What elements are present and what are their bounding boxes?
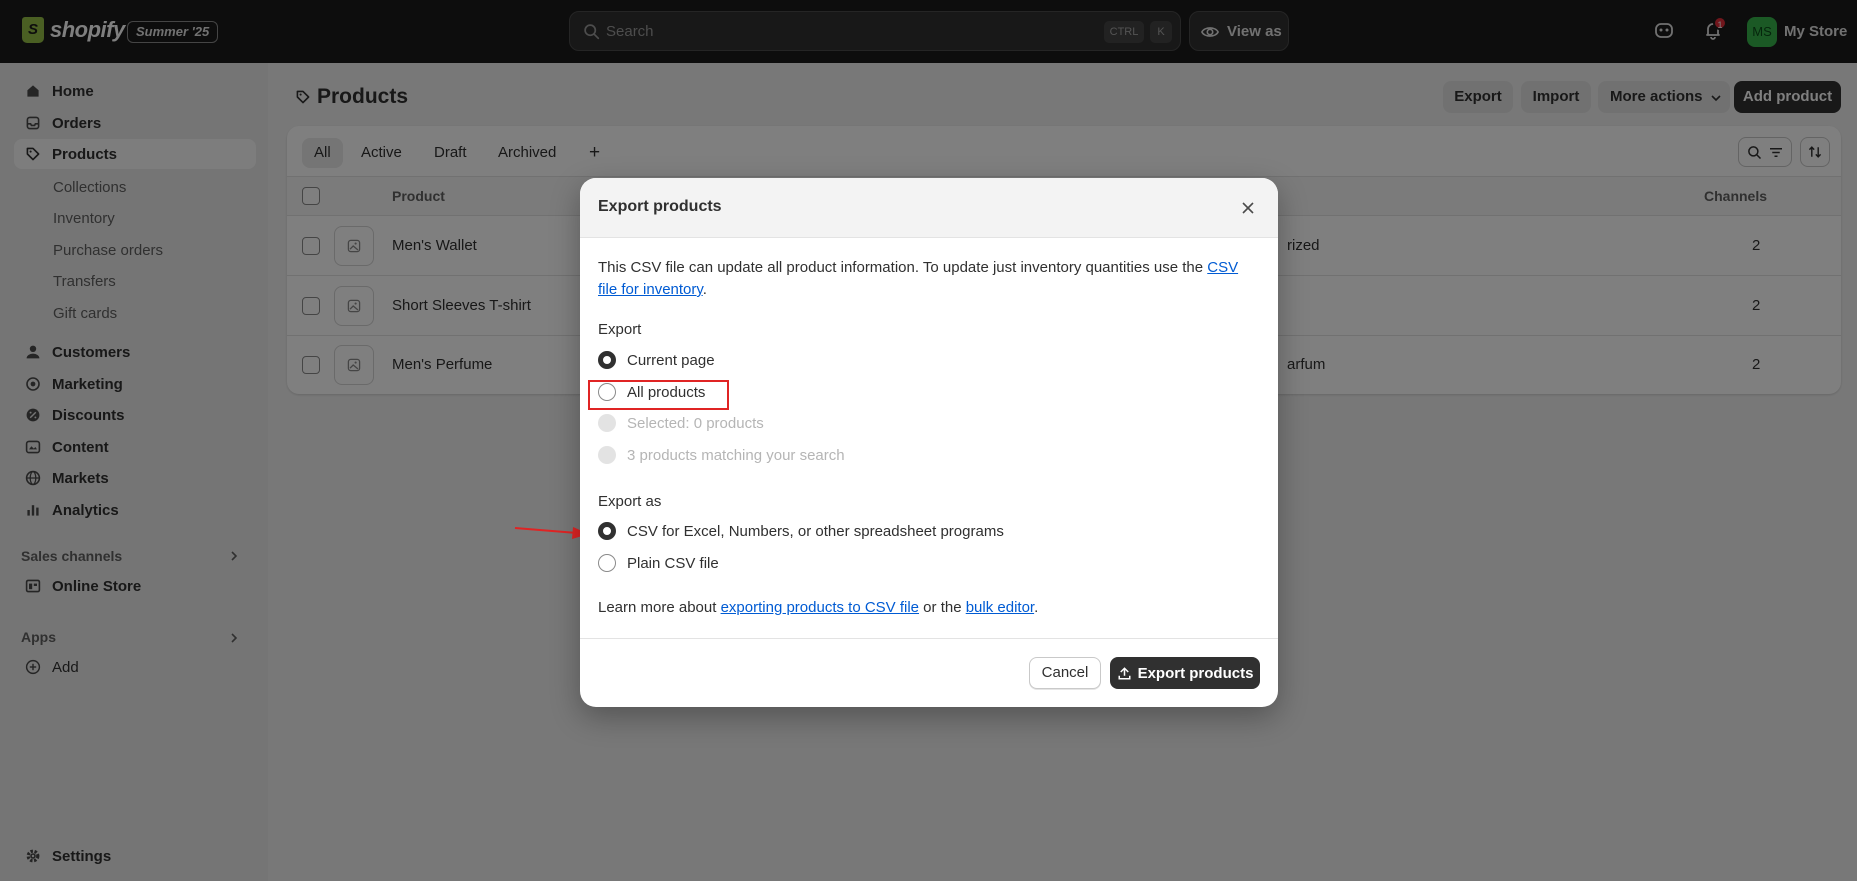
- exporting-csv-link[interactable]: exporting products to CSV file: [721, 599, 919, 616]
- modal-footer: Cancel Export products: [580, 638, 1278, 707]
- radio-csv-excel[interactable]: CSV for Excel, Numbers, or other spreads…: [598, 520, 1004, 542]
- radio-label: CSV for Excel, Numbers, or other spreads…: [627, 522, 1004, 540]
- radio-label: Current page: [627, 351, 715, 369]
- modal-title: Export products: [598, 198, 722, 215]
- radio-button: [598, 446, 616, 464]
- cancel-button[interactable]: Cancel: [1029, 657, 1101, 689]
- upload-icon: [1118, 666, 1131, 679]
- export-as-group-label: Export as: [598, 493, 662, 510]
- export-group-label: Export: [598, 321, 642, 338]
- radio-button[interactable]: [598, 554, 616, 572]
- export-products-button[interactable]: Export products: [1110, 657, 1260, 689]
- radio-label: Plain CSV file: [627, 554, 719, 572]
- modal-description: This CSV file can update all product inf…: [598, 259, 1239, 298]
- radio-button[interactable]: [598, 522, 616, 540]
- learn-more-text: Learn more about exporting products to C…: [598, 599, 1039, 616]
- modal-header: Export products: [580, 178, 1278, 238]
- radio-button: [598, 414, 616, 432]
- radio-label: Selected: 0 products: [627, 414, 764, 432]
- radio-button[interactable]: [598, 351, 616, 369]
- radio-current-page[interactable]: Current page: [598, 349, 715, 371]
- radio-label: 3 products matching your search: [627, 446, 845, 464]
- bulk-editor-link[interactable]: bulk editor: [966, 599, 1034, 616]
- export-products-modal: Export products This CSV file can update…: [580, 178, 1278, 707]
- radio-matching-search: 3 products matching your search: [598, 444, 845, 466]
- annotation-highlight-box: [588, 380, 729, 410]
- export-products-label: Export products: [1137, 664, 1254, 682]
- radio-plain-csv[interactable]: Plain CSV file: [598, 552, 719, 574]
- close-icon[interactable]: [1240, 200, 1256, 216]
- radio-selected-products: Selected: 0 products: [598, 412, 764, 434]
